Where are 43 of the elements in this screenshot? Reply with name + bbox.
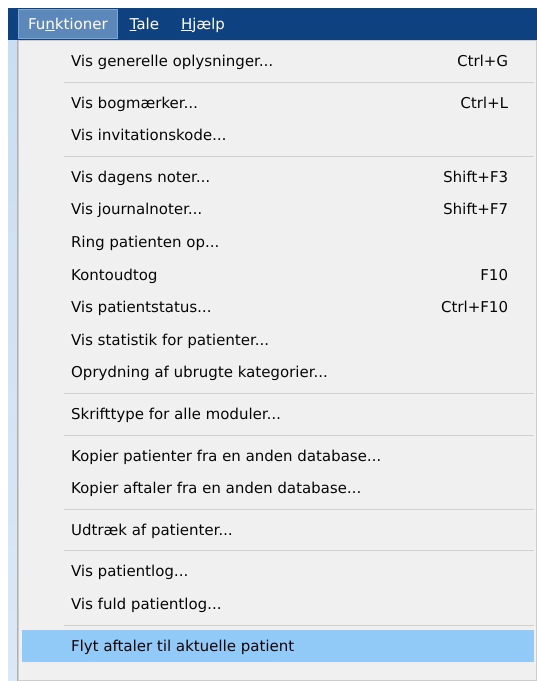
menu-item[interactable]: Vis patientlog... xyxy=(22,555,534,588)
shortcut-label: Ctrl+G xyxy=(457,51,508,72)
menu-item[interactable]: Kopier patienter fra en anden database... xyxy=(22,440,534,472)
menu-item[interactable]: Flyt aftaler til aktuelle patient xyxy=(22,630,534,662)
menu-item[interactable]: Oprydning af ubrugte kategorier... xyxy=(22,356,534,389)
menu-item[interactable]: Vis bogmærker... Ctrl+L xyxy=(22,86,534,120)
menu-item[interactable]: Skrifttype for alle moduler... xyxy=(22,398,534,431)
menu-item[interactable]: Vis fuld patientlog... xyxy=(22,588,534,620)
menu-bar-item[interactable]: Hjælp xyxy=(170,9,235,39)
menu-bar-item[interactable]: Tale xyxy=(120,9,169,39)
menu-item-label: Ring patienten op... xyxy=(71,232,220,254)
menu-item-label: Vis bogmærker... xyxy=(71,92,198,114)
shortcut-label: Shift+F7 xyxy=(443,199,508,220)
menu-item-label: Skrifttype for alle moduler... xyxy=(71,404,281,425)
menu-item[interactable]: Udtræk af patienter... xyxy=(22,514,534,546)
menu-item[interactable]: Vis invitationskode... xyxy=(22,119,534,152)
menu-item-label: Oprydning af ubrugte kategorier... xyxy=(71,362,328,384)
menu-bar-item[interactable]: Funktioner xyxy=(18,9,118,39)
menu-item-label: Kontoudtog xyxy=(71,264,158,286)
shortcut-label: Ctrl+L xyxy=(460,92,508,114)
menu-item[interactable]: Vis patientstatus... Ctrl+F10 xyxy=(22,291,534,324)
menu-item-label: Flyt aftaler til aktuelle patient xyxy=(71,636,294,657)
menu-item[interactable]: Ring patienten op... xyxy=(22,226,534,259)
shortcut-label: Shift+F3 xyxy=(443,166,508,188)
menu-item-label: Kopier patienter fra en anden database... xyxy=(71,446,382,467)
menu-item[interactable]: Kopier aftaler fra en anden database... xyxy=(22,472,534,505)
menu-item[interactable]: Vis statistik for patienter... xyxy=(22,324,534,356)
shortcut-label: Ctrl+F10 xyxy=(441,297,508,318)
menu-item-label: Vis generelle oplysninger... xyxy=(71,51,274,72)
menu-item-label: Udtræk af patienter... xyxy=(71,520,233,541)
menu-item-label: Kopier aftaler fra en anden database... xyxy=(71,478,362,500)
shortcut-label: F10 xyxy=(480,264,508,286)
menu-item-label: Vis patientstatus... xyxy=(71,297,212,318)
menu-item-label: Vis patientlog... xyxy=(71,561,188,582)
menu-item[interactable]: Kontoudtog F10 xyxy=(22,258,534,292)
menu-item[interactable]: Vis dagens noter... Shift+F3 xyxy=(22,160,534,194)
menu-item-label: Vis statistik for patienter... xyxy=(71,330,270,351)
menu-item[interactable]: Vis journalnoter... Shift+F7 xyxy=(22,193,534,226)
menu-item-label: Vis journalnoter... xyxy=(71,199,202,220)
menu-item-label: Vis fuld patientlog... xyxy=(71,594,222,615)
menu-item[interactable]: Vis generelle oplysninger... Ctrl+G xyxy=(22,45,534,78)
menu-item-label: Vis dagens noter... xyxy=(71,166,210,188)
menu-item-label: Vis invitationskode... xyxy=(71,125,226,146)
